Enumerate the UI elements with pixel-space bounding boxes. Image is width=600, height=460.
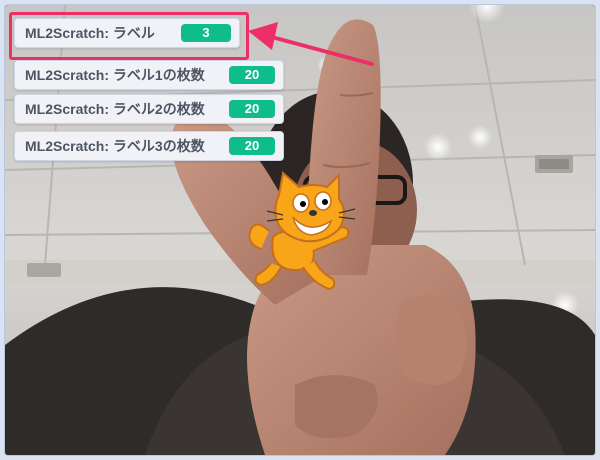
- annotation-arrow-icon: [248, 22, 374, 66]
